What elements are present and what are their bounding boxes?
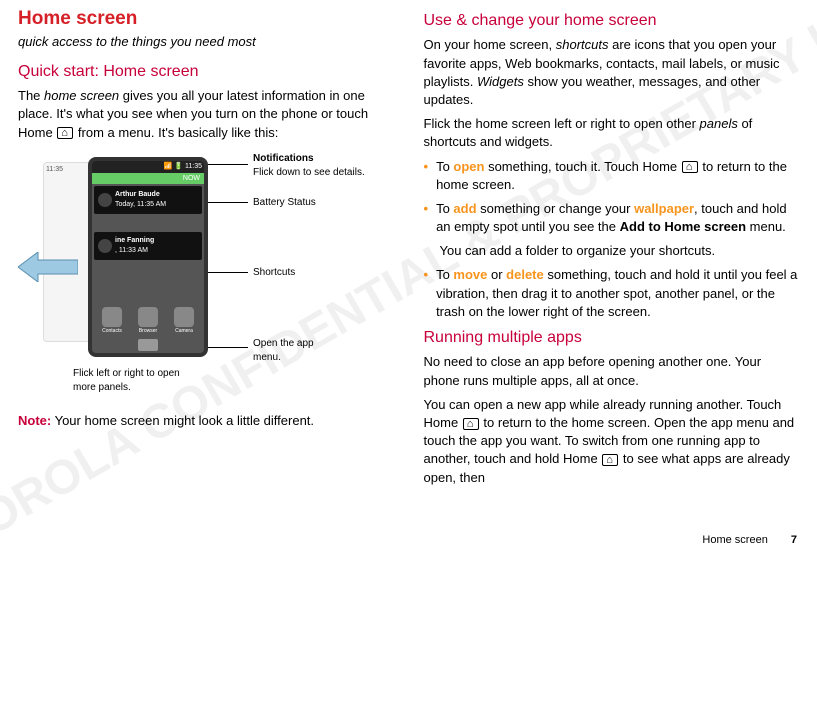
battery-icon: 🔋 [174, 162, 183, 172]
contact-card-2: ine Fanning , 11:33 AM [94, 232, 202, 260]
status-time: 11:35 [185, 162, 202, 172]
action-move: move [453, 267, 487, 282]
term-home-screen: home screen [44, 88, 119, 103]
note-label: Note: [18, 413, 51, 428]
text: or [487, 267, 506, 282]
text: To [436, 267, 453, 282]
phone-screen: 📶 🔋 11:35 NOW Arthur Baude Today, 11:35 … [92, 161, 204, 353]
term-widgets: Widgets [477, 74, 524, 89]
bullet-list: To move or delete something, touch and h… [424, 266, 800, 321]
paragraph: On your home screen, shortcuts are icons… [424, 36, 800, 109]
page-content: Home screen quick access to the things y… [0, 0, 817, 493]
shortcut-row: Contacts Browser Camera [92, 307, 204, 335]
page-footer: Home screen 7 [702, 533, 797, 548]
contact-sub: , 11:33 AM [115, 246, 154, 256]
paragraph: No need to close an app before opening a… [424, 353, 800, 389]
signal-icon: 📶 [164, 162, 173, 172]
contact-sub: Today, 11:35 AM [115, 200, 166, 210]
action-delete: delete [506, 267, 544, 282]
home-icon [602, 454, 618, 466]
anno-battery: Battery Status [253, 196, 316, 210]
note-text: Your home screen might look a little dif… [51, 413, 314, 428]
anno-flick: Flick left or right to open more panels. [73, 367, 203, 395]
leader-line [208, 202, 248, 203]
home-icon [463, 418, 479, 430]
anno-title: Notifications [253, 152, 365, 166]
note-paragraph: Note: Your home screen might look a litt… [18, 412, 394, 430]
browser-icon [138, 307, 158, 327]
page-number: 7 [791, 534, 797, 546]
contact-card-1: Arthur Baude Today, 11:35 AM [94, 186, 202, 214]
action-add: add [453, 201, 476, 216]
avatar [98, 193, 112, 207]
text: On your home screen, [424, 37, 556, 52]
anno-appmenu: Open the app menu. [253, 337, 323, 365]
paragraph: Flick the home screen left or right to o… [424, 115, 800, 151]
term-panels: panels [700, 116, 738, 131]
term-shortcuts: shortcuts [556, 37, 609, 52]
leader-line [208, 272, 248, 273]
shortcut-label: Camera [170, 328, 198, 335]
subtitle: quick access to the things you need most [18, 33, 394, 51]
text: Flick the home screen left or right to o… [424, 116, 700, 131]
left-column: Home screen quick access to the things y… [18, 6, 394, 493]
menu-add-to-home: Add to Home screen [620, 219, 746, 234]
contact-name: Arthur Baude [115, 190, 166, 200]
list-item: To open something, touch it. Touch Home … [424, 158, 800, 194]
text: To [436, 201, 453, 216]
shortcut-contacts: Contacts [98, 307, 126, 335]
anno-shortcuts: Shortcuts [253, 266, 295, 280]
shortcut-camera: Camera [170, 307, 198, 335]
action-open: open [453, 159, 484, 174]
right-column: Use & change your home screen On your ho… [424, 6, 800, 493]
section-quick-start: Quick start: Home screen [18, 61, 394, 83]
status-bar: 📶 🔋 11:35 [92, 161, 204, 173]
intro-paragraph: The home screen gives you all your lates… [18, 87, 394, 142]
paragraph: You can open a new app while already run… [424, 396, 800, 487]
shortcut-label: Contacts [98, 328, 126, 335]
text: menu. [746, 219, 786, 234]
bullet-list: To open something, touch it. Touch Home … [424, 158, 800, 237]
shortcut-browser: Browser [134, 307, 162, 335]
anno-notifications: Notifications Flick down to see details. [253, 152, 365, 180]
section-multiple-apps: Running multiple apps [424, 327, 800, 349]
list-item: To move or delete something, touch and h… [424, 266, 800, 321]
text: something or change your [477, 201, 635, 216]
camera-icon [174, 307, 194, 327]
leader-line [208, 164, 248, 165]
text: The [18, 88, 44, 103]
phone-frame: 📶 🔋 11:35 NOW Arthur Baude Today, 11:35 … [88, 157, 208, 357]
text: To [436, 159, 453, 174]
section-use-change: Use & change your home screen [424, 10, 800, 32]
contacts-icon [102, 307, 122, 327]
action-wallpaper: wallpaper [634, 201, 694, 216]
leader-line [208, 347, 248, 348]
main-title: Home screen [18, 6, 394, 33]
phone-mockup-area: 11:35 📶 🔋 11:35 NOW Arthur Baude [18, 152, 394, 402]
flick-arrow-icon [18, 252, 78, 282]
anno-sub: Flick down to see details. [253, 166, 365, 180]
app-drawer-icon [138, 339, 158, 351]
contact-name: ine Fanning [115, 236, 154, 246]
home-icon [57, 127, 73, 139]
now-banner: NOW [92, 173, 204, 185]
home-icon [682, 161, 698, 173]
avatar [98, 239, 112, 253]
footer-section: Home screen [702, 534, 767, 546]
shortcut-label: Browser [134, 328, 162, 335]
text: something, touch it. Touch Home [484, 159, 680, 174]
text: from a menu. It's basically like this: [74, 125, 278, 140]
paragraph: You can add a folder to organize your sh… [440, 242, 800, 260]
list-item: To add something or change your wallpape… [424, 200, 800, 236]
